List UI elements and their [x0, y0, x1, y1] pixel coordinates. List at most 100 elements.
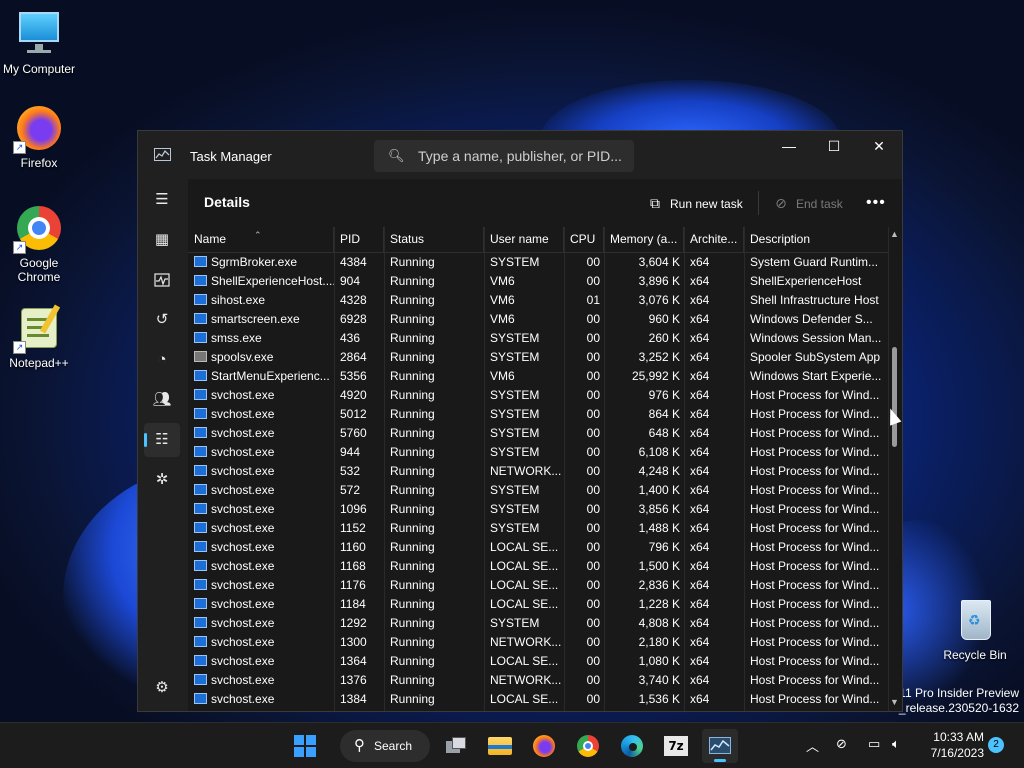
table-row[interactable]: sihost.exe 4328 Running VM6 01 3,076 K x64 Shel… — [188, 291, 888, 310]
desktop-icon-chrome[interactable]: ↗ Google Chrome — [0, 204, 78, 284]
table-row[interactable]: spoolsv.exe 2864 Running SYSTEM 00 3,252 K x64… — [188, 348, 888, 367]
process-icon — [194, 389, 207, 400]
search-box[interactable]: 🔍︎ — [374, 140, 634, 172]
process-architecture: x64 — [690, 312, 710, 326]
table-row[interactable]: SgrmBroker.exe 4384 Running SYSTEM 00 3,604 K… — [188, 253, 888, 272]
table-row[interactable]: svchost.exe 944 Running SYSTEM 00 6,108 K x64 H… — [188, 443, 888, 462]
network-icon[interactable]: ⊘ — [836, 736, 847, 752]
table-row[interactable]: svchost.exe 1364 Running LOCAL SE... 00 1,080… — [188, 652, 888, 671]
column-header-user-name[interactable]: User name — [484, 227, 564, 253]
maximize-button[interactable]: ☐ — [811, 131, 857, 163]
close-button[interactable]: ✕ — [856, 131, 902, 163]
process-pid: 944 — [340, 445, 361, 459]
table-row[interactable]: svchost.exe 1152 Running SYSTEM 00 1,488 K x64… — [188, 519, 888, 538]
scroll-down-icon[interactable]: ▼ — [890, 697, 899, 707]
taskbar-file-explorer[interactable] — [482, 729, 518, 763]
chevron-up-icon[interactable]: ︿ — [806, 736, 819, 755]
column-header-memory[interactable]: Memory (a... — [604, 227, 684, 253]
search-input[interactable] — [418, 146, 628, 166]
column-header-architecture[interactable]: Archite... — [684, 227, 744, 253]
desktop-icon-my-computer[interactable]: My Computer — [0, 10, 78, 76]
table-row[interactable]: svchost.exe 5012 Running SYSTEM 00 864 K x64 Ho… — [188, 405, 888, 424]
table-row[interactable]: svchost.exe 1096 Running SYSTEM 00 3,856 K x64… — [188, 500, 888, 519]
vertical-scrollbar[interactable]: ▲ ▼ — [888, 227, 902, 711]
table-row[interactable]: svchost.exe 1376 Running NETWORK... 00 3,740 … — [188, 671, 888, 690]
table-row[interactable]: svchost.exe 1184 Running LOCAL SE... 00 1,228… — [188, 595, 888, 614]
settings-icon[interactable]: ⚙ — [144, 671, 180, 705]
table-row[interactable]: svchost.exe 532 Running NETWORK... 00 4,248 K… — [188, 462, 888, 481]
process-name-text: svchost.exe — [211, 502, 275, 516]
column-header-status[interactable]: Status — [384, 227, 484, 253]
taskbar-7zip[interactable]: 7z — [658, 729, 694, 763]
table-row[interactable]: svchost.exe 1176 Running LOCAL SE... 00 2,836… — [188, 576, 888, 595]
run-task-icon: ⧉ — [650, 195, 660, 211]
process-user: LOCAL SE... — [490, 597, 559, 611]
scrollbar-thumb[interactable] — [892, 347, 897, 447]
clock[interactable]: 10:33 AM 7/16/2023 — [926, 729, 984, 761]
process-status: Running — [390, 350, 435, 364]
table-row[interactable]: StartMenuExperienc... 5356 Running VM6 00 25,… — [188, 367, 888, 386]
column-header-pid[interactable]: PID — [334, 227, 384, 253]
process-architecture: x64 — [690, 597, 710, 611]
table-row[interactable]: smss.exe 436 Running SYSTEM 00 260 K x64 Window… — [188, 329, 888, 348]
app-history-icon[interactable]: ↺ — [144, 303, 180, 337]
table-row[interactable]: svchost.exe 572 Running SYSTEM 00 1,400 K x64 H… — [188, 481, 888, 500]
process-icon — [194, 465, 207, 476]
table-row[interactable]: svchost.exe 1292 Running SYSTEM 00 4,808 K x64… — [188, 614, 888, 633]
processes-icon[interactable]: ▦ — [144, 223, 180, 257]
desktop-icon-notepadpp[interactable]: ↗ Notepad++ — [0, 304, 78, 370]
column-header-description[interactable]: Description — [744, 227, 888, 253]
scroll-up-icon[interactable]: ▲ — [890, 229, 899, 239]
taskbar-firefox[interactable] — [526, 729, 562, 763]
minimize-button[interactable]: — — [766, 131, 812, 163]
details-icon[interactable]: ☷ — [144, 423, 180, 457]
column-header-name[interactable]: Name ⌃ — [188, 227, 334, 253]
performance-icon[interactable] — [144, 263, 180, 297]
end-task-button[interactable]: ⊘ End task — [772, 189, 843, 217]
column-header-cpu[interactable]: CPU — [564, 227, 604, 253]
process-name: svchost.exe — [188, 500, 334, 519]
table-row[interactable]: svchost.exe 4920 Running SYSTEM 00 976 K x64 Ho… — [188, 386, 888, 405]
process-description: ShellExperienceHost — [750, 274, 862, 288]
process-pid: 532 — [340, 464, 361, 478]
process-icon — [194, 294, 207, 305]
hamburger-icon[interactable]: ☰ — [144, 183, 180, 217]
notification-badge[interactable]: 2 — [988, 737, 1004, 753]
desktop-icon-firefox[interactable]: ↗ Firefox — [0, 104, 78, 170]
table-row[interactable]: svchost.exe 1160 Running LOCAL SE... 00 796 K… — [188, 538, 888, 557]
process-status: Running — [390, 521, 435, 535]
process-cpu: 00 — [586, 464, 600, 478]
process-user: SYSTEM — [490, 483, 540, 497]
process-name: svchost.exe — [188, 481, 334, 500]
users-icon[interactable]: 👥︎ — [144, 383, 180, 417]
table-row[interactable]: svchost.exe 1384 Running LOCAL SE... 00 1,536… — [188, 690, 888, 709]
process-description: Host Process for Wind... — [750, 388, 880, 402]
start-button[interactable] — [287, 729, 323, 763]
taskbar-search-button[interactable]: ⚲ Search — [340, 730, 430, 762]
taskbar-task-manager[interactable] — [702, 729, 738, 763]
process-user: SYSTEM — [490, 502, 540, 516]
table-row[interactable]: svchost.exe 1300 Running NETWORK... 00 2,180 … — [188, 633, 888, 652]
table-row[interactable]: svchost.exe 1168 Running LOCAL SE... 00 1,500… — [188, 557, 888, 576]
task-view-button[interactable] — [438, 729, 474, 763]
process-pid: 2864 — [340, 350, 367, 364]
taskbar-edge[interactable] — [614, 729, 650, 763]
table-row[interactable]: svchost.exe 5760 Running SYSTEM 00 648 K x64 Ho… — [188, 424, 888, 443]
process-pid: 1184 — [340, 597, 366, 611]
volume-icon[interactable]: 🔈︎ — [892, 736, 900, 752]
table-row[interactable]: smartscreen.exe 6928 Running VM6 00 960 K x64 W… — [188, 310, 888, 329]
process-cpu: 00 — [586, 331, 600, 345]
startup-apps-icon[interactable]: ◔ — [144, 343, 180, 377]
process-user: LOCAL SE... — [490, 578, 559, 592]
title-bar[interactable]: Task Manager 🔍︎ — ☐ ✕ — [138, 131, 902, 179]
process-status: Running — [390, 673, 435, 687]
process-user: LOCAL SE... — [490, 540, 559, 554]
desktop-icon-recycle-bin[interactable]: ♻ Recycle Bin — [936, 596, 1014, 662]
process-memory: 25,992 K — [631, 369, 680, 383]
table-row[interactable]: ShellExperienceHost.... 904 Running VM6 00 3,… — [188, 272, 888, 291]
run-new-task-button[interactable]: ⧉ Run new task — [646, 189, 743, 217]
services-icon[interactable]: ✲ — [144, 463, 180, 497]
taskbar-chrome[interactable] — [570, 729, 606, 763]
more-options-button[interactable]: ••• — [866, 189, 886, 217]
display-icon[interactable]: ▭ — [868, 736, 880, 752]
